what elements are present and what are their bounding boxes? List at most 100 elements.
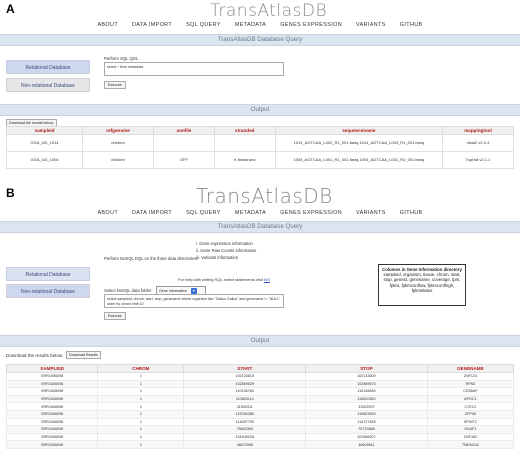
table-cell: 75663369	[183, 425, 307, 434]
column-header[interactable]: refgenome	[82, 126, 155, 135]
table-cell: 110146846	[305, 387, 428, 396]
column-header[interactable]: GENENAME	[426, 364, 515, 373]
column-header[interactable]: stranded	[213, 126, 276, 135]
table-cell: 1	[97, 417, 185, 427]
panel-a-query-input[interactable]: select * from metadata	[104, 62, 284, 76]
panel-b-relational-button[interactable]: Relational Database	[6, 267, 90, 281]
table-cell: 102133815	[183, 372, 307, 381]
table-cell: SRR1606098	[5, 387, 99, 396]
table-cell: SRR1606098	[5, 379, 99, 389]
column-header[interactable]: STOP	[305, 364, 428, 373]
table-cell: 31502911	[183, 402, 307, 411]
table-cell: 75733588	[305, 425, 428, 434]
nav-item[interactable]: METADATA	[228, 210, 273, 216]
table-cell: GKAP1	[426, 425, 515, 434]
panel-a-prompt: Perform SQL QGL	[104, 56, 139, 61]
panel-b-prompt: Perform NoSQL DQL on the three data dire…	[104, 256, 198, 261]
table-cell: 1	[97, 379, 185, 389]
panel-b-help-line: For help with writing SQL select stateme…	[178, 277, 270, 282]
panel-b-nav: ABOUT DATA IMPORT SQL QUERY METADATA GENES E…	[0, 210, 520, 216]
table-row: SRR1606098 1 110146784 110146846 CD36AP	[5, 387, 515, 396]
table-cell: chicken	[82, 151, 155, 169]
table-cell: ZNF382	[426, 432, 515, 442]
panel-a-letter: A	[6, 2, 15, 16]
table-cell: 102869629	[183, 379, 307, 389]
nav-item[interactable]: VARIANTS	[349, 22, 393, 28]
nav-item[interactable]: SQL QUERY	[179, 210, 228, 216]
table-row: SRR1606098 1 101549228 101566207 ZNF382	[5, 432, 515, 442]
table-cell: 1	[97, 372, 185, 381]
table-cell: 1014_AGTCAA_L002_R1_001.fastq,1014_AGTCA…	[274, 134, 443, 152]
column-header[interactable]: mappingtool	[441, 126, 515, 135]
table-cell: 1	[97, 409, 185, 419]
column-header[interactable]: sampleid	[5, 126, 84, 135]
table-cell: RPS6	[426, 379, 515, 389]
nav-item[interactable]: DATA IMPORT	[125, 210, 179, 216]
table-row: SRR1606098 1 31502911 31502937 C7EC2	[5, 402, 515, 411]
table-row: SRR1606098 1 115784386 115803959 ZFP36	[5, 409, 515, 419]
table-cell: 46872065	[183, 440, 307, 449]
panel-b-execute-button[interactable]: Execute	[104, 312, 126, 320]
table-cell: 1004_AGTCAA_L001_R1_001.fastq,1004_AGTCA…	[274, 151, 443, 169]
nav-item[interactable]: VARIANTS	[349, 210, 393, 216]
panel-b-query-input[interactable]: select sampleid, chrom, start, stop, gen…	[104, 294, 284, 308]
panel-a-query-bar: TransAtlasDB Database Query	[0, 34, 520, 46]
table-cell: 110820363	[305, 394, 428, 404]
table-cell: SRR1606098	[5, 394, 99, 404]
nav-item[interactable]: ABOUT	[90, 210, 125, 216]
table-cell: 1	[97, 394, 185, 404]
table-cell: GGA_UD_1004	[5, 151, 84, 169]
table-cell: ZFP36	[426, 409, 515, 419]
table-cell: APOC1	[426, 394, 515, 404]
column-header[interactable]: START	[183, 364, 307, 373]
panel-b-help-link[interactable]: W3	[264, 277, 270, 282]
nav-item[interactable]: GENES EXPRESSION	[273, 22, 349, 28]
table-cell: SRR1606098	[5, 409, 99, 419]
nav-item[interactable]: GENES EXPRESSION	[273, 210, 349, 216]
panel-b-nonrelational-button[interactable]: Non-relational Database	[6, 284, 90, 298]
table-cell: 102133609	[305, 372, 428, 381]
table-cell: chicken	[82, 134, 155, 152]
panel-b-download-button[interactable]: Download Results	[66, 351, 101, 359]
panel-b-select-label: Select NoSQL data folder:	[104, 288, 153, 293]
panel-a-logo: TransAtlasDB	[210, 1, 328, 21]
nav-item[interactable]: GITHUB	[393, 22, 430, 28]
table-cell: SRR1606098	[5, 372, 99, 381]
column-header[interactable]: SAMPLEID	[5, 364, 99, 373]
panel-b-letter: B	[6, 186, 15, 200]
table-cell: GFF	[153, 151, 215, 169]
table-cell: 114697790	[183, 417, 307, 427]
table-row: SRR1606098 1 102869629 102869675 RPS6	[5, 379, 515, 389]
panel-a-execute-button[interactable]: Execute	[104, 81, 126, 89]
nav-item[interactable]: GITHUB	[393, 210, 430, 216]
panel-b-output-bar: Output	[0, 335, 520, 347]
table-cell: 1	[97, 402, 185, 411]
panel-b-download-text: Download the results below.	[6, 353, 64, 358]
nav-item[interactable]: DATA IMPORT	[125, 22, 179, 28]
table-row: SRR1606098 1 46872065 46605911 TMEM242	[5, 440, 515, 449]
nav-item[interactable]: METADATA	[228, 22, 273, 28]
table-cell: SRR1606098	[5, 402, 99, 411]
panel-b-query-bar: TransAtlasDB Database Query	[0, 221, 520, 233]
table-cell: GGA_UD_1014	[5, 134, 84, 152]
panel-b-columns-info-box: Columns in Gene Information directory sa…	[378, 264, 466, 306]
column-header[interactable]: annfile	[153, 126, 215, 135]
table-cell: SRR1606098	[5, 417, 99, 427]
table-cell: SRR1606098	[5, 425, 99, 434]
table-cell: 114727458	[305, 417, 428, 427]
panel-a-table-header: sampleid refgenome annfile stranded sequence…	[5, 126, 515, 135]
table-cell: 115803959	[305, 409, 428, 419]
column-header[interactable]: sequencename	[274, 126, 443, 135]
panel-a-relational-button[interactable]: Relational Database	[6, 60, 90, 74]
table-cell: 1	[97, 440, 185, 449]
panel-a-results-table: sampleid refgenome annfile stranded sequence…	[5, 126, 515, 169]
nav-item[interactable]: ABOUT	[90, 22, 125, 28]
nav-item[interactable]: SQL QUERY	[179, 22, 228, 28]
column-header[interactable]: CHROM	[97, 364, 185, 373]
panel-b-logo: TransAtlasDB	[196, 184, 333, 208]
table-cell: TopHat v2.1.1	[441, 151, 515, 169]
table-row: SRR1606098 1 102133815 102133609 ZNF124	[5, 372, 515, 381]
table-cell: ZNF124	[426, 372, 515, 381]
table-row: GGA_UD_1014 chicken 1014_AGTCAA_L002_R1_00…	[5, 134, 515, 152]
panel-a-nonrelational-button[interactable]: Non-relational Database	[6, 78, 90, 92]
